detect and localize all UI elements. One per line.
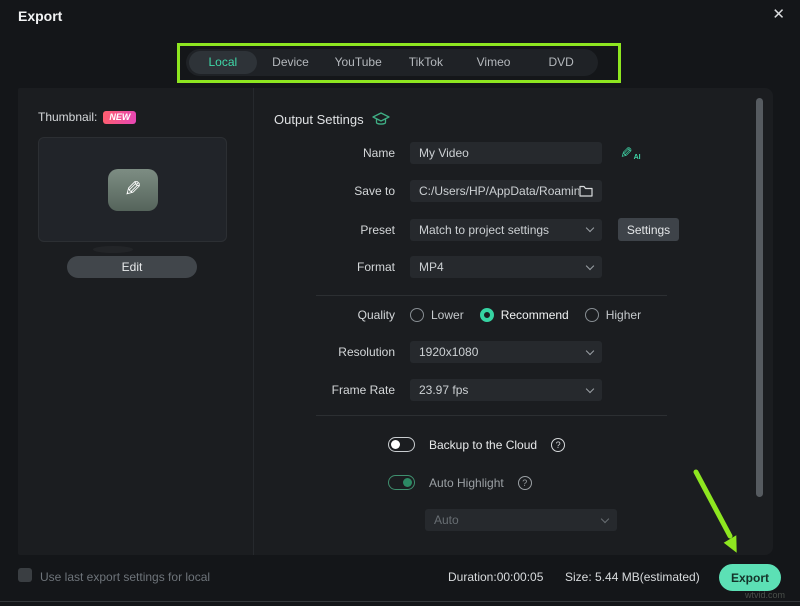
radio-icon xyxy=(585,308,599,322)
resolution-label: Resolution xyxy=(270,345,410,359)
export-settings-panel: Thumbnail: NEW ✎ Edit Output Settings Na… xyxy=(18,88,773,555)
bottom-border xyxy=(0,601,800,602)
quality-option-higher[interactable]: Higher xyxy=(585,308,641,322)
format-dropdown[interactable]: MP4 xyxy=(410,256,602,278)
resolution-dropdown[interactable]: 1920x1080 xyxy=(410,341,602,363)
thumbnail-preview[interactable]: ✎ xyxy=(38,137,227,242)
section-divider xyxy=(316,295,667,296)
panel-divider xyxy=(253,88,254,555)
help-icon[interactable]: ? xyxy=(551,438,565,452)
preset-settings-button[interactable]: Settings xyxy=(618,218,679,241)
size-text: Size: 5.44 MB(estimated) xyxy=(565,570,700,584)
quality-option-lower[interactable]: Lower xyxy=(410,308,464,322)
export-destination-tabs: Local Device YouTube TikTok Vimeo DVD xyxy=(186,49,598,76)
chevron-down-icon xyxy=(586,224,594,232)
scrollbar-thumb[interactable] xyxy=(756,98,763,497)
frame-rate-label: Frame Rate xyxy=(270,383,410,397)
backup-cloud-label: Backup to the Cloud xyxy=(429,438,537,452)
chevron-down-icon xyxy=(586,384,594,392)
quality-option-recommend[interactable]: Recommend xyxy=(480,308,569,322)
use-last-settings-label: Use last export settings for local xyxy=(40,570,210,584)
export-dialog: Export ✕ Local Device YouTube TikTok Vim… xyxy=(0,0,800,606)
graduation-cap-icon xyxy=(372,112,390,127)
use-last-settings-checkbox[interactable] xyxy=(18,568,32,582)
export-button[interactable]: Export xyxy=(719,564,781,591)
duration-text: Duration:00:00:05 xyxy=(448,570,543,584)
radio-icon xyxy=(410,308,424,322)
frame-rate-dropdown[interactable]: 23.97 fps xyxy=(410,379,602,401)
save-to-label: Save to xyxy=(270,184,410,198)
edit-thumbnail-button[interactable]: Edit xyxy=(67,256,197,278)
chevron-down-icon xyxy=(601,514,609,522)
tab-dvd[interactable]: DVD xyxy=(527,51,595,74)
watermark-text: wtvid.com xyxy=(745,590,785,600)
output-settings-header: Output Settings xyxy=(274,112,364,127)
tab-local[interactable]: Local xyxy=(189,51,257,74)
quality-label: Quality xyxy=(270,308,410,322)
close-icon[interactable]: ✕ xyxy=(772,6,785,24)
dialog-title: Export xyxy=(18,8,62,24)
section-divider xyxy=(316,415,667,416)
tab-vimeo[interactable]: Vimeo xyxy=(460,51,528,74)
new-badge: NEW xyxy=(103,111,136,124)
chevron-down-icon xyxy=(586,261,594,269)
tab-device[interactable]: Device xyxy=(257,51,325,74)
auto-highlight-label: Auto Highlight xyxy=(429,476,504,490)
save-to-input[interactable]: C:/Users/HP/AppData/Roamin xyxy=(410,180,602,202)
auto-highlight-mode-dropdown[interactable]: Auto xyxy=(425,509,617,531)
tab-youtube[interactable]: YouTube xyxy=(324,51,392,74)
name-input[interactable]: My Video xyxy=(410,142,602,164)
quality-radio-group: Lower Recommend Higher xyxy=(410,308,641,322)
thumbnail-edit-icon: ✎ xyxy=(108,169,158,211)
tab-tiktok[interactable]: TikTok xyxy=(392,51,460,74)
help-icon[interactable]: ? xyxy=(518,476,532,490)
name-label: Name xyxy=(270,146,410,160)
ai-rename-icon[interactable]: ✎AI xyxy=(620,144,641,162)
folder-icon xyxy=(579,185,593,197)
thumbnail-label: Thumbnail: xyxy=(38,110,97,124)
format-label: Format xyxy=(270,260,410,274)
backup-cloud-toggle[interactable] xyxy=(388,437,415,452)
chevron-down-icon xyxy=(586,346,594,354)
thumbnail-reflection xyxy=(93,246,133,253)
preset-label: Preset xyxy=(270,223,410,237)
auto-highlight-toggle[interactable] xyxy=(388,475,415,490)
radio-selected-icon xyxy=(480,308,494,322)
preset-dropdown[interactable]: Match to project settings xyxy=(410,219,602,241)
